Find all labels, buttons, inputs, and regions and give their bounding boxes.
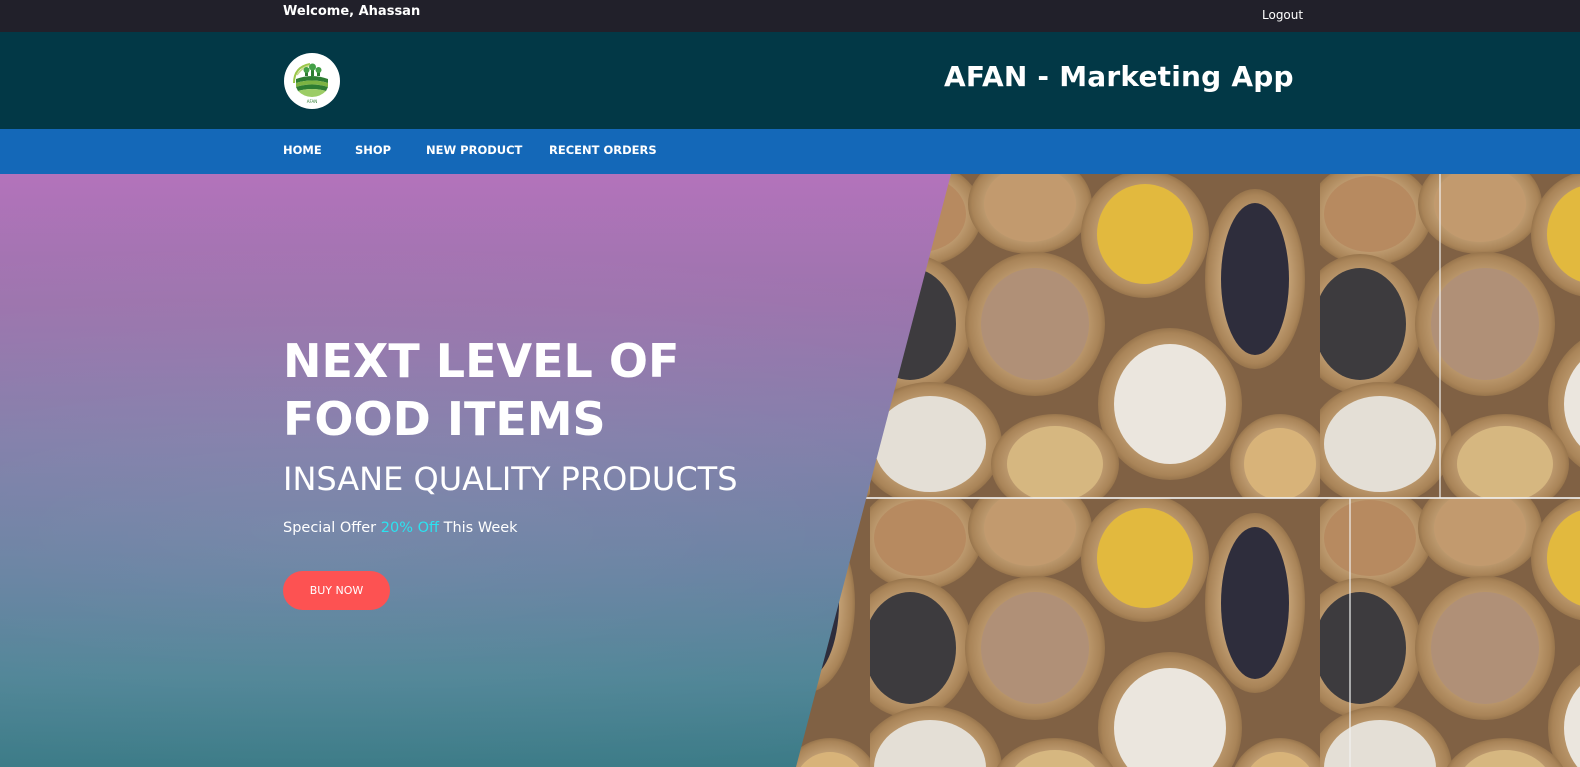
top-bar: Welcome, Ahassan Logout — [0, 0, 1580, 32]
nav-recent-orders[interactable]: RECENT ORDERS — [549, 143, 657, 157]
offer-suffix: This Week — [443, 520, 518, 536]
main-nav: HOME SHOP NEW PRODUCT RECENT ORDERS — [0, 129, 1580, 174]
welcome-text: Welcome, Ahassan — [283, 4, 421, 19]
offer-discount: 20% Off — [380, 520, 439, 536]
brand-header: AFAN AFAN - Marketing App — [0, 32, 1580, 129]
farm-logo-icon: AFAN — [293, 63, 328, 104]
logout-link[interactable]: Logout — [1262, 8, 1303, 22]
nav-new-product[interactable]: NEW PRODUCT — [426, 143, 522, 157]
hero-banner: NEXT LEVEL OF FOOD ITEMS INSANE QUALITY … — [0, 174, 1580, 767]
hero-title: NEXT LEVEL OF FOOD ITEMS — [283, 334, 680, 446]
app-title: AFAN - Marketing App — [944, 60, 1294, 93]
logo-text: AFAN — [307, 99, 317, 104]
nav-home[interactable]: HOME — [283, 143, 322, 157]
hero-subtitle: INSANE QUALITY PRODUCTS — [283, 460, 738, 498]
logo[interactable]: AFAN — [284, 53, 340, 109]
nav-shop[interactable]: SHOP — [355, 143, 391, 157]
offer-prefix: Special Offer — [283, 520, 377, 536]
special-offer-text: Special Offer 20% Off This Week — [283, 520, 518, 536]
buy-now-button[interactable]: BUY NOW — [283, 571, 390, 610]
grain-sacks-image — [796, 174, 1580, 767]
